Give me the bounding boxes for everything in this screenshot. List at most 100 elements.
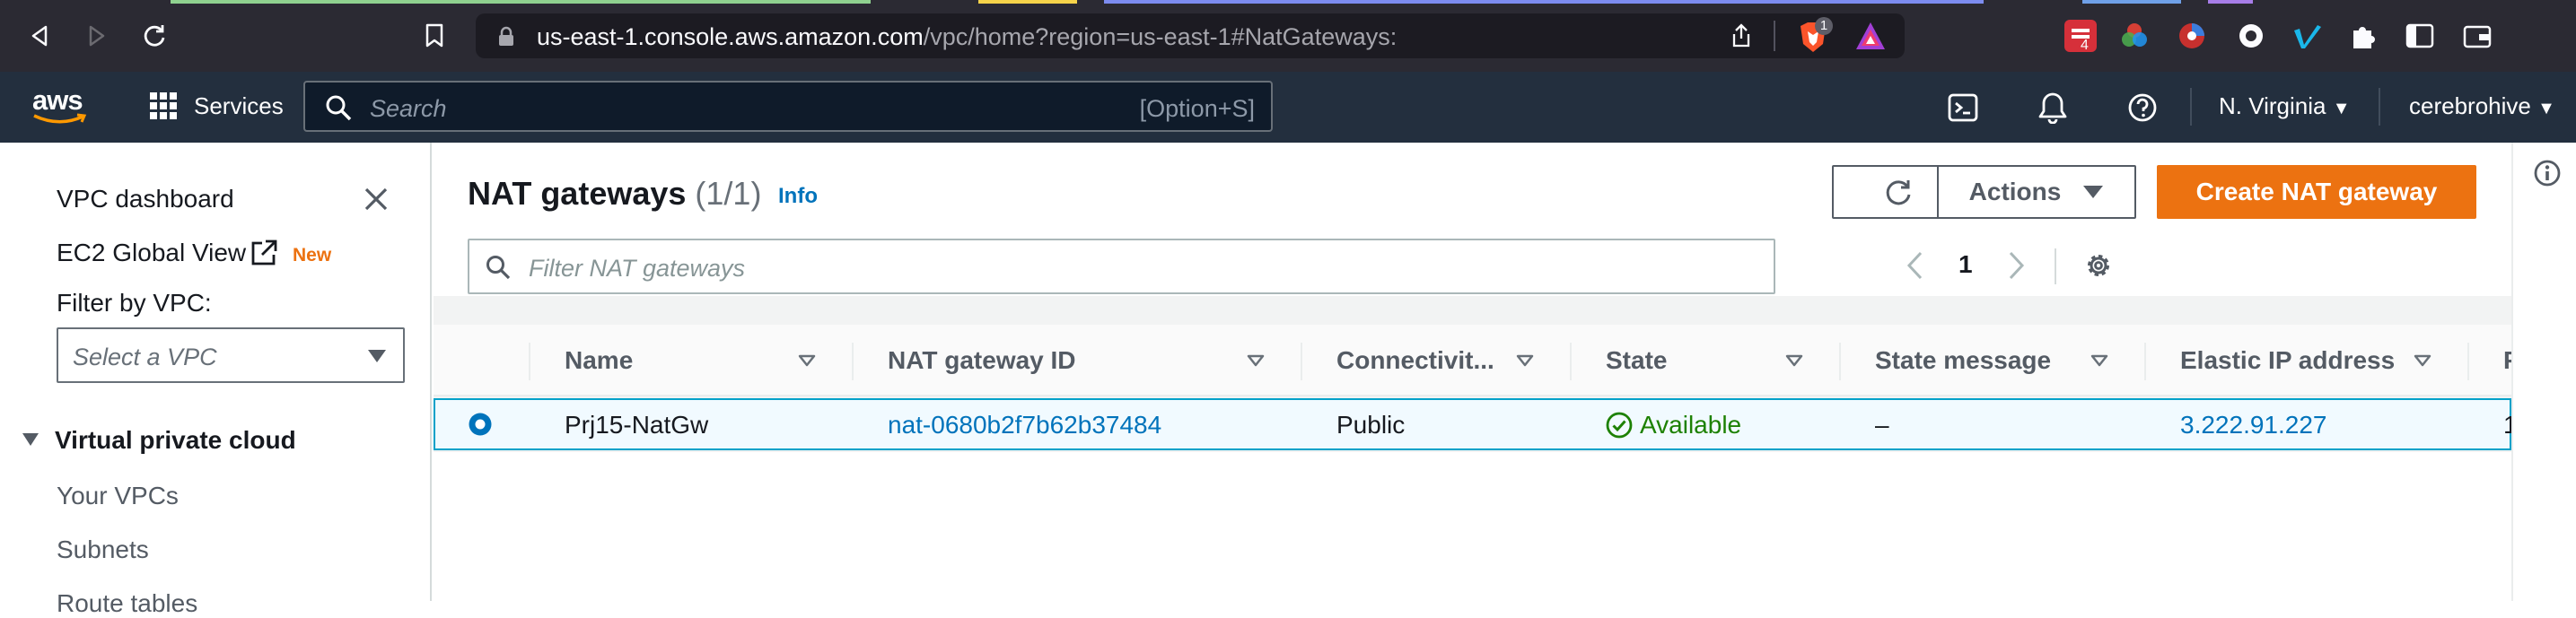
table-column-headers: Name NAT gateway ID Connectivit... State… — [434, 325, 2520, 396]
aws-logo-text: aws — [32, 84, 83, 116]
new-badge: New — [293, 245, 332, 265]
create-nat-gateway-button[interactable]: Create NAT gateway — [2157, 165, 2476, 219]
page-number[interactable]: 1 — [1958, 250, 1973, 279]
aws-logo[interactable]: aws — [32, 84, 88, 126]
sort-icon[interactable] — [2090, 354, 2108, 367]
tab-strip — [0, 0, 2576, 4]
nav-vpc-dashboard[interactable]: VPC dashboard — [57, 185, 234, 213]
sort-icon[interactable] — [1785, 354, 1803, 367]
aws-top-nav: aws Services Search [Option+S] N. Virgin… — [0, 72, 2576, 143]
reload-icon[interactable] — [138, 20, 171, 52]
caret-down-icon — [2083, 186, 2104, 198]
table-empty-area — [434, 452, 2511, 601]
column-connectivity[interactable]: Connectivit... — [1336, 346, 1494, 375]
notifications-bell-icon[interactable] — [2037, 91, 2068, 124]
column-name[interactable]: Name — [565, 346, 633, 375]
region-selector[interactable]: N. Virginia ▼ — [2219, 92, 2351, 120]
url-path: /vpc/home?region=us-east-1#NatGateways: — [923, 23, 1398, 50]
wallet-icon[interactable] — [2461, 20, 2493, 52]
brave-rewards-icon[interactable] — [1854, 21, 1887, 51]
shield-count-badge: 1 — [1815, 17, 1833, 35]
lock-icon — [497, 26, 515, 48]
url-host: us-east-1.console.aws.amazon.com — [537, 23, 924, 50]
column-divider — [1839, 343, 1841, 380]
column-state-message[interactable]: State message — [1875, 346, 2051, 375]
vpc-select-placeholder: Select a VPC — [73, 344, 217, 370]
divider — [2379, 88, 2380, 126]
extensions-puzzle-icon[interactable] — [2346, 20, 2379, 52]
search-placeholder: Search — [370, 95, 447, 122]
side-navigation: VPC dashboard EC2 Global View New Filter… — [0, 143, 432, 617]
nav-ec2-global-view-label: EC2 Global View — [57, 239, 247, 266]
refresh-icon — [1886, 180, 1911, 205]
filter-input[interactable]: Filter NAT gateways — [468, 239, 1775, 294]
row-radio-button[interactable] — [468, 412, 493, 437]
nav-your-vpcs[interactable]: Your VPCs — [57, 482, 179, 510]
info-icon[interactable] — [2533, 159, 2562, 187]
nav-route-tables[interactable]: Route tables — [57, 589, 197, 618]
search-icon — [486, 255, 511, 280]
column-divider — [2144, 343, 2146, 380]
forward-icon[interactable] — [81, 20, 113, 52]
sidebar-toggle-icon[interactable] — [2404, 20, 2436, 52]
close-icon[interactable] — [363, 186, 390, 213]
help-icon[interactable] — [2127, 92, 2158, 123]
extension-color-wheel-icon[interactable] — [2118, 20, 2151, 52]
cell-nat-gateway-id-link[interactable]: nat-0680b2f7b62b37484 — [888, 411, 1161, 440]
url-text: us-east-1.console.aws.amazon.com/vpc/hom… — [537, 23, 1397, 51]
caret-down-icon[interactable] — [22, 432, 39, 447]
account-menu[interactable]: cerebrohive ▼ — [2409, 92, 2555, 120]
column-divider — [1570, 343, 1572, 380]
sort-icon[interactable] — [1247, 354, 1265, 367]
caret-down-icon — [367, 349, 387, 363]
table-header-panel: NAT gateways (1/1) Info Actions Create N… — [434, 143, 2511, 296]
help-panel-rail — [2511, 143, 2576, 601]
column-state[interactable]: State — [1606, 346, 1667, 375]
address-bar[interactable]: us-east-1.console.aws.amazon.com/vpc/hom… — [476, 13, 1905, 58]
services-grid-icon[interactable] — [149, 91, 178, 120]
page-title-text: NAT gateways — [468, 175, 687, 212]
actions-button[interactable]: Actions — [1937, 165, 2136, 219]
column-nat-gateway-id[interactable]: NAT gateway ID — [888, 346, 1076, 375]
sort-icon[interactable] — [1516, 354, 1534, 367]
nav-subnets[interactable]: Subnets — [57, 535, 149, 564]
divider — [1774, 21, 1775, 51]
divider — [2190, 88, 2192, 126]
search-icon — [325, 94, 352, 121]
divider — [2055, 248, 2056, 284]
item-count: (1/1) — [695, 175, 762, 212]
search-input[interactable]: Search [Option+S] — [303, 81, 1273, 132]
table-row[interactable]: Prj15-NatGw nat-0680b2f7b62b37484 Public… — [434, 398, 2518, 450]
previous-page-icon[interactable] — [1906, 250, 1923, 281]
nav-ec2-global-view[interactable]: EC2 Global View — [57, 239, 246, 267]
info-link[interactable]: Info — [778, 184, 818, 209]
sort-icon[interactable] — [2414, 354, 2431, 367]
cell-elastic-ip-link[interactable]: 3.222.91.227 — [2180, 411, 2327, 440]
next-page-icon[interactable] — [2008, 250, 2026, 281]
external-link-icon — [250, 239, 278, 267]
cloudshell-icon[interactable] — [1948, 92, 1978, 123]
filter-by-vpc-label: Filter by VPC: — [57, 289, 212, 317]
back-icon[interactable] — [23, 20, 56, 52]
cell-connectivity: Public — [1336, 411, 1406, 439]
extension-vimeo-icon[interactable] — [2291, 20, 2323, 52]
extension-circle-icon[interactable] — [2235, 20, 2267, 52]
status-success-icon — [1606, 412, 1633, 439]
column-elastic-ip-address[interactable]: Elastic IP address — [2180, 346, 2395, 375]
browser-toolbar: us-east-1.console.aws.amazon.com/vpc/hom… — [0, 0, 2576, 72]
share-icon[interactable] — [1730, 23, 1752, 48]
section-virtual-private-cloud[interactable]: Virtual private cloud — [55, 426, 296, 455]
extension-pinwheel-icon[interactable] — [2176, 20, 2208, 52]
cell-state: Available — [1640, 411, 1742, 439]
sort-icon[interactable] — [798, 354, 816, 367]
services-menu[interactable]: Services — [194, 92, 284, 120]
column-divider — [852, 343, 854, 380]
page-title: NAT gateways (1/1) — [468, 175, 761, 213]
cell-state-message: – — [1875, 411, 1889, 439]
caret-down-icon: ▼ — [2332, 99, 2351, 118]
bookmark-icon[interactable] — [418, 20, 451, 52]
column-divider — [1301, 343, 1302, 380]
vpc-select[interactable]: Select a VPC — [57, 327, 405, 383]
main-content: NAT gateways (1/1) Info Actions Create N… — [434, 143, 2520, 601]
settings-gear-icon[interactable] — [2083, 250, 2114, 281]
